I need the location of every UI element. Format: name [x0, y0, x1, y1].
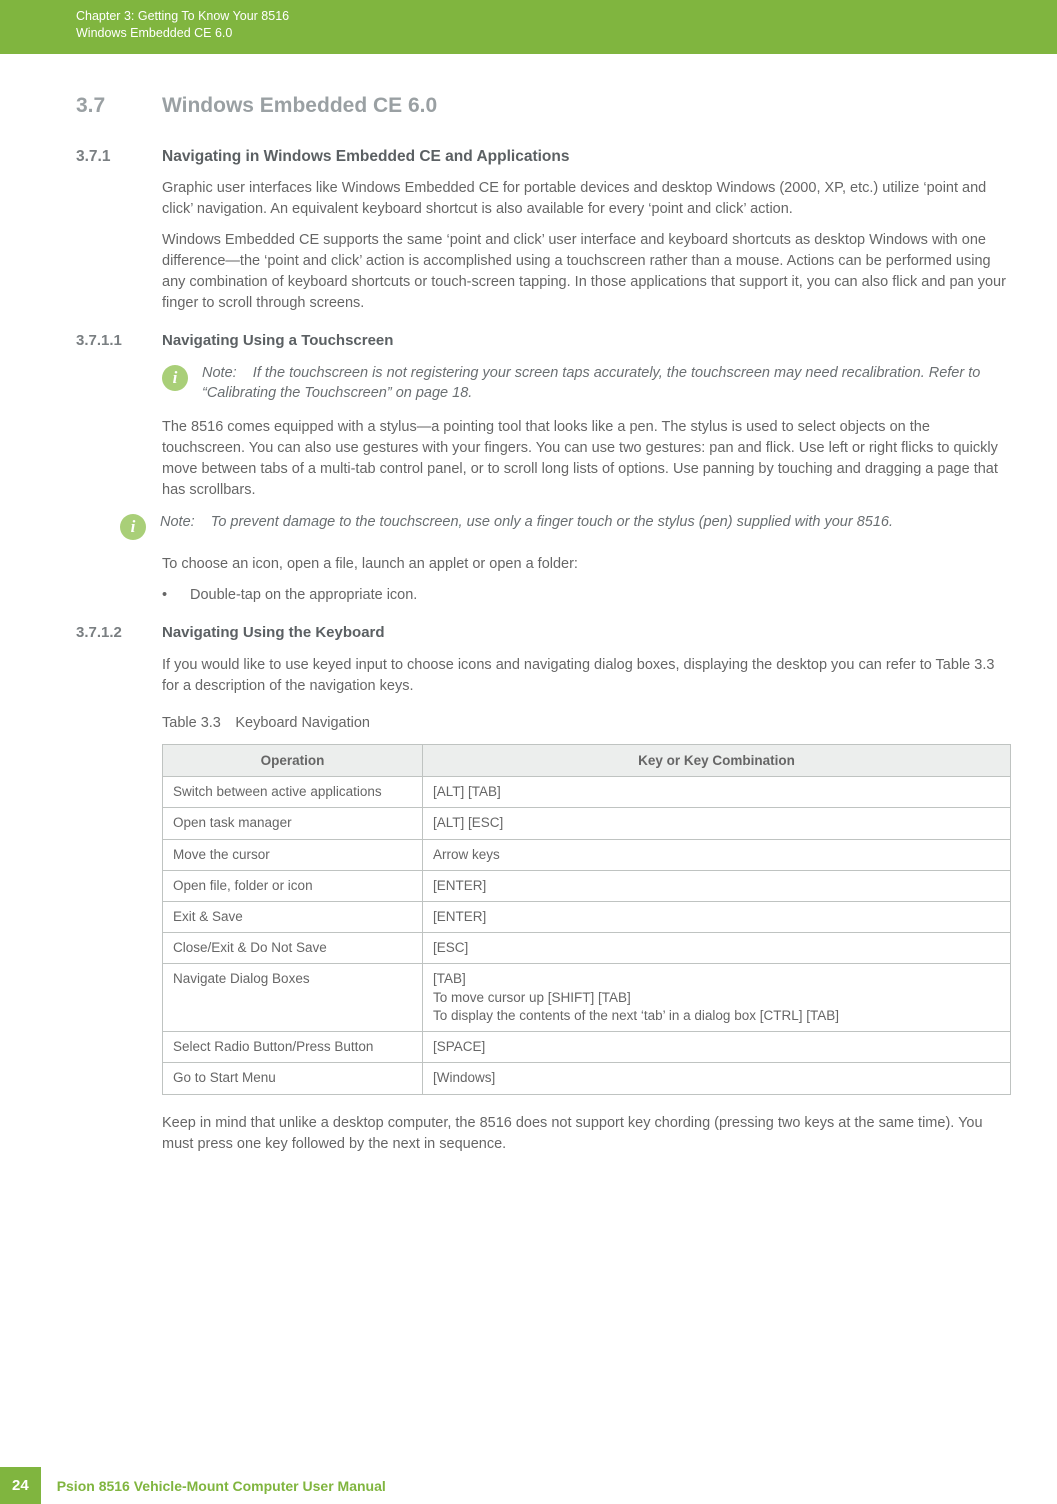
note-text: If the touchscreen is not registering yo… — [202, 365, 980, 401]
note-label: Note: — [160, 514, 195, 530]
table-cell-key: [ALT] [ESC] — [423, 808, 1011, 839]
table-cell-operation: Exit & Save — [163, 902, 423, 933]
heading-title: Navigating Using the Keyboard — [162, 624, 385, 641]
table-cell-operation: Open file, folder or icon — [163, 870, 423, 901]
paragraph: Graphic user interfaces like Windows Emb… — [162, 178, 1011, 220]
table-cell-key: [ENTER] — [423, 902, 1011, 933]
paragraph: If you would like to use keyed input to … — [162, 655, 1011, 697]
table-cell-operation: Open task manager — [163, 808, 423, 839]
table-cell-key: Arrow keys — [423, 839, 1011, 870]
page-content: 3.7 Windows Embedded CE 6.0 3.7.1 Naviga… — [0, 54, 1057, 1155]
table-cell-operation: Go to Start Menu — [163, 1063, 423, 1094]
note-text: To prevent damage to the touchscreen, us… — [211, 514, 893, 530]
table-row: Open task manager[ALT] [ESC] — [163, 808, 1011, 839]
table-cell-operation: Close/Exit & Do Not Save — [163, 933, 423, 964]
note-callout: i Note: If the touchscreen is not regist… — [76, 363, 1011, 404]
heading-3-7-1: 3.7.1 Navigating in Windows Embedded CE … — [76, 148, 1011, 166]
page-number: 24 — [0, 1467, 41, 1504]
table-caption: Table 3.3 Keyboard Navigation — [162, 713, 1011, 734]
page-footer: 24 Psion 8516 Vehicle-Mount Computer Use… — [0, 1467, 1057, 1504]
heading-number: 3.7.1 — [76, 148, 162, 166]
header-chapter-line: Chapter 3: Getting To Know Your 8516 — [76, 8, 1057, 25]
paragraph: Windows Embedded CE supports the same ‘p… — [162, 230, 1011, 314]
paragraph: Keep in mind that unlike a desktop compu… — [162, 1113, 1011, 1155]
paragraph: The 8516 comes equipped with a stylus—a … — [162, 417, 1011, 501]
table-row: Switch between active applications[ALT] … — [163, 777, 1011, 808]
bullet-item: • Double-tap on the appropriate icon. — [162, 585, 1011, 606]
table-header-key: Key or Key Combination — [423, 744, 1011, 777]
heading-number: 3.7.1.2 — [76, 624, 162, 641]
info-icon: i — [120, 514, 146, 540]
heading-title: Navigating Using a Touchscreen — [162, 332, 393, 349]
header-title-line: Windows Embedded CE 6.0 — [76, 25, 1057, 42]
info-icon: i — [162, 365, 188, 391]
heading-3-7-1-2: 3.7.1.2 Navigating Using the Keyboard — [76, 624, 1011, 641]
table-row: Exit & Save[ENTER] — [163, 902, 1011, 933]
table-header-operation: Operation — [163, 744, 423, 777]
table-cell-key: [Windows] — [423, 1063, 1011, 1094]
note-label: Note: — [202, 365, 237, 381]
heading-3-7: 3.7 Windows Embedded CE 6.0 — [76, 94, 1011, 118]
table-cell-operation: Switch between active applications — [163, 777, 423, 808]
table-row: Move the cursorArrow keys — [163, 839, 1011, 870]
table-row: Close/Exit & Do Not Save[ESC] — [163, 933, 1011, 964]
table-row: Select Radio Button/Press Button[SPACE] — [163, 1032, 1011, 1063]
heading-3-7-1-1: 3.7.1.1 Navigating Using a Touchscreen — [76, 332, 1011, 349]
page-header: Chapter 3: Getting To Know Your 8516 Win… — [0, 0, 1057, 54]
note-callout: i Note: To prevent damage to the touchsc… — [76, 512, 1011, 540]
table-row: Navigate Dialog Boxes[TAB]To move cursor… — [163, 964, 1011, 1032]
table-cell-key: [ENTER] — [423, 870, 1011, 901]
table-cell-key: [ESC] — [423, 933, 1011, 964]
table-cell-key: [ALT] [TAB] — [423, 777, 1011, 808]
table-cell-key: [SPACE] — [423, 1032, 1011, 1063]
keyboard-navigation-table: Operation Key or Key Combination Switch … — [162, 744, 1011, 1095]
heading-title: Navigating in Windows Embedded CE and Ap… — [162, 148, 569, 166]
heading-number: 3.7.1.1 — [76, 332, 162, 349]
bullet-text: Double-tap on the appropriate icon. — [190, 585, 417, 606]
table-cell-operation: Navigate Dialog Boxes — [163, 964, 423, 1032]
table-cell-key: [TAB]To move cursor up [SHIFT] [TAB]To d… — [423, 964, 1011, 1032]
table-row: Go to Start Menu[Windows] — [163, 1063, 1011, 1094]
table-cell-operation: Select Radio Button/Press Button — [163, 1032, 423, 1063]
paragraph: To choose an icon, open a file, launch a… — [162, 554, 1011, 575]
table-row: Open file, folder or icon[ENTER] — [163, 870, 1011, 901]
heading-number: 3.7 — [76, 94, 162, 118]
footer-title: Psion 8516 Vehicle-Mount Computer User M… — [57, 1478, 386, 1494]
bullet-marker: • — [162, 585, 190, 606]
heading-title: Windows Embedded CE 6.0 — [162, 94, 437, 118]
table-cell-operation: Move the cursor — [163, 839, 423, 870]
